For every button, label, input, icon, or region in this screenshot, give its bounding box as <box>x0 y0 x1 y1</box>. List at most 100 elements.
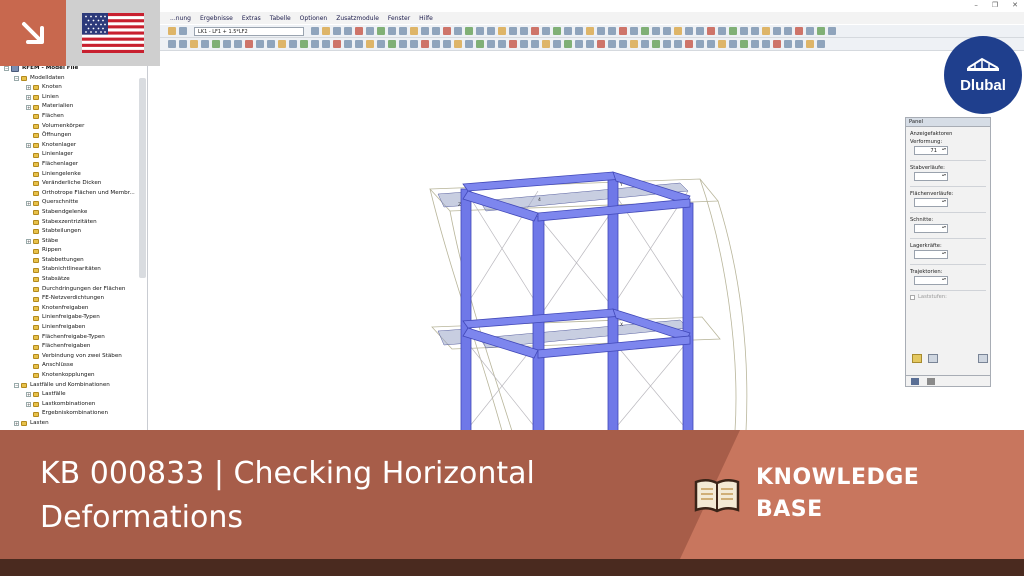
restore-icon[interactable]: ❐ <box>992 1 998 9</box>
toolbar-button[interactable] <box>377 27 385 35</box>
toolbar-button[interactable] <box>795 27 803 35</box>
menu-item[interactable]: Optionen <box>300 15 328 22</box>
toolbar-button[interactable] <box>806 40 814 48</box>
toolbar-button[interactable] <box>597 40 605 48</box>
toolbar-button[interactable] <box>311 27 319 35</box>
menu-item[interactable]: Extras <box>242 15 261 22</box>
toolbar-button[interactable] <box>344 40 352 48</box>
tree-item[interactable]: Flächen <box>0 112 147 122</box>
close-icon[interactable]: ✕ <box>1012 1 1018 9</box>
toolbar-button[interactable] <box>586 40 594 48</box>
tree-item[interactable]: FE-Netzverdichtungen <box>0 294 147 304</box>
toolbar-button[interactable] <box>762 40 770 48</box>
toolbar-button[interactable] <box>531 27 539 35</box>
loadcase-select[interactable]: LK1 - LF1 + 1.5*LF2 <box>194 26 304 36</box>
toolbar-button[interactable] <box>608 27 616 35</box>
toolbar-button[interactable] <box>410 27 418 35</box>
toolbar-button[interactable] <box>564 40 572 48</box>
model-viewport[interactable]: 4 Y Z X <box>150 51 1024 431</box>
expand-icon[interactable]: + <box>26 95 31 101</box>
toolbar-button[interactable] <box>718 40 726 48</box>
tree-item[interactable]: Volumenkörper <box>0 122 147 132</box>
expand-icon[interactable]: − <box>14 75 19 81</box>
toolbar-button[interactable] <box>465 27 473 35</box>
expand-icon[interactable]: + <box>26 143 31 149</box>
menu-item[interactable]: Zusatzmodule <box>336 15 379 22</box>
toolbar-button[interactable] <box>168 40 176 48</box>
tree-item[interactable]: Flächenfreigaben <box>0 342 147 352</box>
tree-item[interactable]: Stabbettungen <box>0 256 147 266</box>
toolbar-button[interactable] <box>355 40 363 48</box>
tree-item[interactable]: + Knotenlager <box>0 141 147 151</box>
expand-icon[interactable]: − <box>14 382 19 388</box>
tree-item[interactable]: Anschlüsse <box>0 361 147 371</box>
toolbar-button[interactable] <box>663 40 671 48</box>
toolbar-button[interactable] <box>300 40 308 48</box>
toolbar-button[interactable] <box>454 40 462 48</box>
member-diagrams-spinner[interactable] <box>914 172 948 181</box>
toolbar-button[interactable] <box>333 40 341 48</box>
toolbar-button[interactable] <box>784 40 792 48</box>
toolbar-button[interactable] <box>685 40 693 48</box>
toolbar-button[interactable] <box>454 27 462 35</box>
toolbar-button[interactable] <box>487 27 495 35</box>
toolbar-button[interactable] <box>619 40 627 48</box>
settings-icon[interactable] <box>928 354 938 363</box>
toolbar-button[interactable] <box>608 40 616 48</box>
tree-item[interactable]: Linienfreigaben <box>0 323 147 333</box>
toolbar-button[interactable] <box>355 27 363 35</box>
toolbar-button[interactable] <box>432 40 440 48</box>
toolbar-button[interactable] <box>168 27 176 35</box>
tree-item[interactable]: Linienlager <box>0 150 147 160</box>
toolbar-button[interactable] <box>443 40 451 48</box>
toolbar-button[interactable] <box>201 40 209 48</box>
toolbar-button[interactable] <box>564 27 572 35</box>
toolbar-button[interactable] <box>707 40 715 48</box>
toolbar-button[interactable] <box>685 27 693 35</box>
expand-icon[interactable]: + <box>26 238 31 244</box>
tree-item[interactable]: Verbindung von zwei Stäben <box>0 352 147 362</box>
toolbar-button[interactable] <box>245 40 253 48</box>
expand-icon[interactable]: + <box>26 402 31 408</box>
expand-icon[interactable]: + <box>26 392 31 398</box>
toolbar-button[interactable] <box>597 27 605 35</box>
toolbar-button[interactable] <box>817 27 825 35</box>
toolbar-button[interactable] <box>443 27 451 35</box>
tree-item[interactable]: + Knoten <box>0 83 147 93</box>
toolbar-button[interactable] <box>399 40 407 48</box>
toolbar-button[interactable] <box>817 40 825 48</box>
toolbar-button[interactable] <box>696 40 704 48</box>
tree-item[interactable]: − Lastfälle und Kombinationen <box>0 381 147 391</box>
expand-icon[interactable]: + <box>14 421 19 427</box>
toolbar-button[interactable] <box>586 27 594 35</box>
toolbar-button[interactable] <box>795 40 803 48</box>
tree-item[interactable]: Stabendgelenke <box>0 208 147 218</box>
toolbar-button[interactable] <box>520 27 528 35</box>
navigator-scrollbar[interactable] <box>139 78 146 278</box>
toolbar-button[interactable] <box>828 27 836 35</box>
collapse-icon[interactable]: − <box>4 66 9 72</box>
toolbar-button[interactable] <box>366 40 374 48</box>
toolbar-button[interactable] <box>487 40 495 48</box>
toolbar-button[interactable] <box>542 27 550 35</box>
toolbar-button[interactable] <box>179 40 187 48</box>
toolbar-button[interactable] <box>498 27 506 35</box>
toolbar-button[interactable] <box>366 27 374 35</box>
tree-item[interactable]: Orthotrope Flächen und Membr... <box>0 189 147 199</box>
toolbar-button[interactable] <box>652 27 660 35</box>
toolbar-button[interactable] <box>553 40 561 48</box>
tree-item[interactable]: − Modelldaten <box>0 74 147 84</box>
toolbar-button[interactable] <box>509 27 517 35</box>
toolbar-button[interactable] <box>322 40 330 48</box>
toolbar-button[interactable] <box>476 40 484 48</box>
print-icon[interactable] <box>978 354 988 363</box>
toolbar-button[interactable] <box>740 27 748 35</box>
toolbar-button[interactable] <box>476 27 484 35</box>
menu-item[interactable]: ...nung <box>170 15 191 22</box>
toolbar-button[interactable] <box>377 40 385 48</box>
tree-item[interactable]: + Querschnitte <box>0 198 147 208</box>
tree-item[interactable]: + Materialien <box>0 102 147 112</box>
menu-item[interactable]: Tabelle <box>270 15 291 22</box>
tree-item[interactable]: Stabnichtlinearitäten <box>0 265 147 275</box>
toolbar-button[interactable] <box>641 40 649 48</box>
